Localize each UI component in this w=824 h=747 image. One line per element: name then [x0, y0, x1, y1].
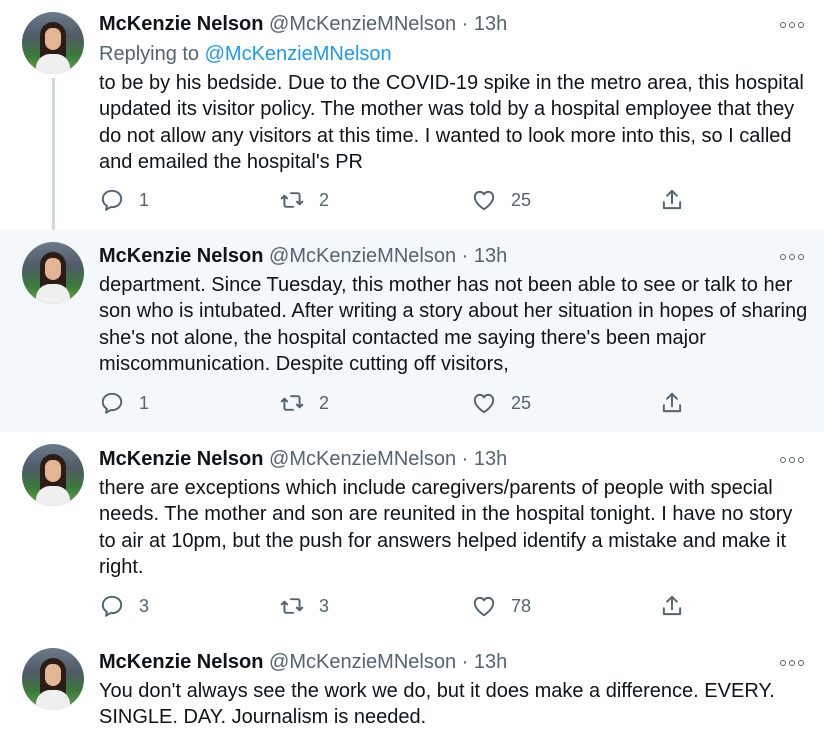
tweet-header: McKenzie Nelson @McKenzieMNelson · 13h	[99, 244, 507, 268]
tweet[interactable]: McKenzie Nelson @McKenzieMNelson · 13h R…	[0, 0, 824, 230]
reply-icon	[101, 189, 123, 211]
tweet[interactable]: McKenzie Nelson @McKenzieMNelson · 13h d…	[0, 230, 824, 432]
tweet-text: to be by his bedside. Due to the COVID-1…	[99, 72, 804, 173]
share-icon	[662, 189, 682, 210]
share-icon	[662, 392, 682, 413]
like-count: 25	[511, 392, 532, 413]
avatar[interactable]	[22, 12, 84, 74]
author-name[interactable]: McKenzie Nelson	[99, 13, 263, 35]
reply-button[interactable]: 1	[99, 187, 149, 213]
tweet-thread: McKenzie Nelson @McKenzieMNelson · 13h R…	[0, 0, 824, 747]
replying-to: Replying to @McKenzieMNelson	[99, 41, 392, 67]
separator: ·	[461, 651, 469, 673]
more-icon[interactable]	[780, 658, 804, 668]
reply-button[interactable]: 1	[99, 390, 149, 416]
separator: ·	[461, 245, 469, 267]
share-button[interactable]	[659, 390, 685, 416]
tweet-text: there are exceptions which include careg…	[99, 477, 793, 578]
author-handle[interactable]: @McKenzieMNelson	[269, 448, 456, 470]
avatar[interactable]	[22, 444, 84, 506]
timestamp[interactable]: 13h	[474, 13, 507, 35]
more-icon[interactable]	[780, 252, 804, 262]
author-handle[interactable]: @McKenzieMNelson	[269, 13, 456, 35]
retweet-icon	[280, 395, 304, 411]
tweet-header: McKenzie Nelson @McKenzieMNelson · 13h	[99, 447, 507, 471]
author-name[interactable]: McKenzie Nelson	[99, 651, 263, 673]
retweet-icon	[280, 192, 304, 208]
more-icon[interactable]	[780, 455, 804, 465]
tweet-text: department. Since Tuesday, this mother h…	[99, 274, 808, 375]
like-count: 25	[511, 189, 532, 210]
retweet-count: 3	[319, 595, 330, 616]
author-handle[interactable]: @McKenzieMNelson	[269, 651, 456, 673]
like-count: 78	[511, 595, 532, 616]
like-button[interactable]: 78	[471, 593, 531, 619]
separator: ·	[461, 13, 469, 35]
like-button[interactable]: 25	[471, 390, 531, 416]
tweet-actions: 1 2 25	[99, 390, 699, 420]
retweet-icon	[280, 598, 304, 614]
timestamp[interactable]: 13h	[474, 245, 507, 267]
tweet-header: McKenzie Nelson @McKenzieMNelson · 13h	[99, 12, 507, 36]
heart-icon	[473, 393, 495, 414]
tweet-header: McKenzie Nelson @McKenzieMNelson · 13h	[99, 650, 507, 674]
heart-icon	[473, 190, 495, 211]
tweet[interactable]: McKenzie Nelson @McKenzieMNelson · 13h t…	[0, 432, 824, 634]
author-handle[interactable]: @McKenzieMNelson	[269, 245, 456, 267]
tweet-actions: 3 3 78	[99, 593, 699, 623]
retweet-count: 2	[319, 392, 330, 413]
more-icon[interactable]	[780, 20, 804, 30]
tweet[interactable]: McKenzie Nelson @McKenzieMNelson · 13h Y…	[0, 634, 824, 747]
tweet-text: You don't always see the work we do, but…	[99, 680, 775, 729]
timestamp[interactable]: 13h	[474, 651, 507, 673]
avatar[interactable]	[22, 648, 84, 710]
avatar[interactable]	[22, 242, 84, 304]
timestamp[interactable]: 13h	[474, 448, 507, 470]
share-button[interactable]	[659, 187, 685, 213]
author-name[interactable]: McKenzie Nelson	[99, 448, 263, 470]
retweet-button[interactable]: 2	[279, 390, 329, 416]
reply-count: 1	[139, 189, 150, 210]
share-icon	[662, 595, 682, 616]
heart-icon	[473, 596, 495, 617]
separator: ·	[461, 448, 469, 470]
share-button[interactable]	[659, 593, 685, 619]
replying-to-prefix: Replying to	[99, 43, 205, 65]
reply-count: 3	[139, 595, 150, 616]
reply-icon	[101, 595, 123, 617]
reply-button[interactable]: 3	[99, 593, 149, 619]
reply-icon	[101, 392, 123, 414]
like-button[interactable]: 25	[471, 187, 531, 213]
tweet-actions: 1 2 25	[99, 187, 699, 217]
retweet-button[interactable]: 2	[279, 187, 329, 213]
mention-link[interactable]: @McKenzieMNelson	[205, 43, 392, 65]
retweet-count: 2	[319, 189, 330, 210]
reply-count: 1	[139, 392, 150, 413]
retweet-button[interactable]: 3	[279, 593, 329, 619]
thread-line	[52, 78, 55, 230]
author-name[interactable]: McKenzie Nelson	[99, 245, 263, 267]
